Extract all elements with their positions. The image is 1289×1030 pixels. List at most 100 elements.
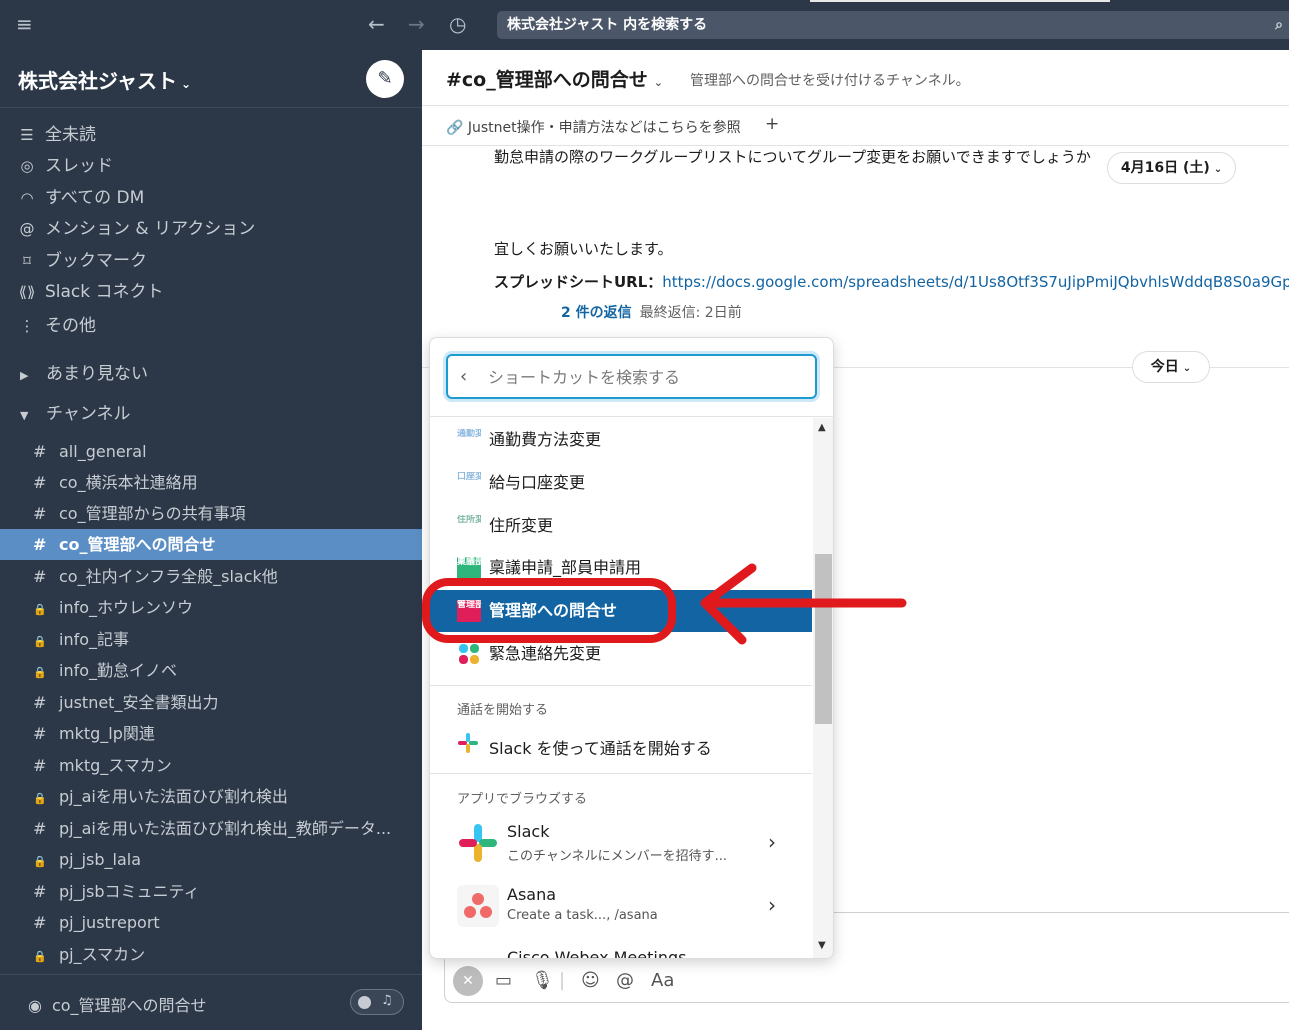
sidebar-item-threads[interactable]: ◎ スレッド [16,151,113,181]
workflow-item[interactable]: 口座変更給与口座変更 [430,462,812,504]
sidebar-channel[interactable]: 🔒 info_記事 [0,624,422,655]
slack-logo-icon [457,732,481,758]
scroll-up-arrow-icon[interactable]: ▲ [818,422,826,433]
chevron-left-icon[interactable]: ‹ [460,366,467,387]
lock-icon: 🔒 [33,666,47,679]
slack-logo-icon [457,822,499,864]
channel-name: pj_justreport [59,913,160,932]
workflow-label: 緊急連絡先変更 [489,644,602,663]
sidebar-channel[interactable]: # all_general [0,436,422,467]
reply-count[interactable]: 2 件の返信 [561,305,632,321]
workspace-menu[interactable]: 株式会社ジャスト ⌄ [18,65,191,94]
workflow-label: 給与口座変更 [489,473,586,492]
workflow-icon: 通勤変更 [457,429,481,439]
forward-arrow-icon[interactable]: → [408,14,425,34]
add-bookmark-button[interactable]: + [765,114,779,134]
app-name: Cisco Webex Meetings [507,948,687,959]
sidebar-channel[interactable]: 🔒 pj_aiを用いた法面ひび割れ検出 [0,781,422,812]
huddle-channel[interactable]: ◉ co_管理部への問合せ [28,992,207,1016]
section-label: あまり見ない [46,364,148,384]
section-header-call: 通話を開始する [457,703,549,718]
sidebar-item-label: すべての DM [45,188,145,208]
section-label: チャンネル [46,404,131,424]
hash-icon: # [33,442,47,461]
close-shortcuts-button[interactable]: ✕ [453,966,483,996]
section-channels[interactable]: ▼ チャンネル [20,399,131,429]
sidebar-channel[interactable]: # pj_aiを用いた法面ひび割れ検出_教師データ... [0,813,422,844]
lock-icon: 🔒 [33,855,47,868]
sidebar-channel[interactable]: # justnet_安全書類出力 [0,687,422,718]
workflow-item-selected[interactable]: 管理部問合管理部への問合せ [430,590,812,632]
hash-icon: # [33,724,47,743]
hash-icon: # [33,913,47,932]
lock-icon: 🔒 [33,603,47,616]
more-icon: ⋮ [19,317,35,335]
workspace-search-bar[interactable]: 株式会社ジャスト 内を検索する ⌕ [497,11,1289,39]
sidebar-channel[interactable]: 🔒 pj_スマカン [0,939,422,970]
workflow-item[interactable]: 緊急連絡先変更 [430,633,812,675]
emoji-icon[interactable]: ☺ [581,966,600,996]
app-item-slack[interactable]: Slack このチャンネルにメンバーを招待す... › [430,812,812,874]
dm-icon: ◠ [20,189,34,207]
workflow-item[interactable]: 住所変更住所変更 [430,505,812,547]
sidebar-item-bookmarks[interactable]: ⌑ ブックマーク [16,246,147,276]
compose-button[interactable]: ✎ [366,60,404,98]
mention-icon[interactable]: @ [616,966,634,996]
caret-right-icon: ▶ [20,369,29,382]
app-item-webex[interactable]: Cisco Webex Meetings [430,938,812,959]
sidebar-channel[interactable]: # co_管理部からの共有事項 [0,498,422,529]
thread-replies[interactable]: 2 件の返信 最終返信: 2日前 [561,302,742,322]
bookmark-link[interactable]: 🔗 Justnet操作・申請方法などはこちらを参照 [446,117,741,137]
scroll-down-arrow-icon[interactable]: ▼ [818,940,826,951]
channel-title-button[interactable]: #co_管理部への問合せ ⌄ [446,65,663,92]
hash-icon: # [33,819,47,838]
hash-icon: # [446,69,462,91]
scrollbar-thumb[interactable] [815,554,832,724]
hash-icon: # [33,504,47,523]
sidebar-channel-active[interactable]: # co_管理部への問合せ [0,529,422,560]
hash-icon: # [33,535,47,554]
hamburger-icon[interactable]: ≡ [16,14,33,34]
history-icon[interactable]: ◷ [449,14,466,34]
channel-name: info_勤怠イノベ [59,661,178,680]
caret-down-icon: ▼ [20,409,29,422]
app-desc: このチャンネルにメンバーを招待す... [507,849,728,864]
back-arrow-icon[interactable]: ← [368,14,385,34]
workflow-icon: 管理部問合 [457,600,481,622]
sidebar-item-more[interactable]: ⋮ その他 [16,311,97,341]
today-divider-button[interactable]: 今日 ⌄ [1132,351,1210,383]
section-rarely-viewed[interactable]: ▶ あまり見ない [20,359,148,389]
app-item-asana[interactable]: Asana Create a task..., /asana › [430,875,812,937]
huddle-toggle[interactable]: ♫ [350,989,404,1015]
sidebar-channel[interactable]: 🔒 info_勤怠イノベ [0,655,422,686]
chevron-right-icon: › [768,830,776,854]
sidebar-channel[interactable]: # co_横浜本社連絡用 [0,467,422,498]
channel-name: pj_jsbコミュニティ [59,882,200,901]
workflow-item[interactable]: 通勤変更通勤費方法変更 [430,419,812,461]
sidebar-channel[interactable]: # pj_jsbコミュニティ [0,876,422,907]
format-button[interactable]: Aa [651,966,674,996]
sidebar-item-dms[interactable]: ◠ すべての DM [16,183,144,213]
sidebar-item-connect[interactable]: ⟪⟫ Slack コネクト [16,277,164,307]
sidebar-channel[interactable]: # mktg_スマカン [0,750,422,781]
video-icon[interactable]: ▭ [495,966,512,996]
sidebar-item-unreads[interactable]: ☰ 全未読 [16,120,96,150]
sidebar-channel[interactable]: # co_社内インフラ全般_slack他 [0,561,422,592]
chevron-down-icon: ⌄ [181,77,192,91]
mic-icon[interactable]: 🎙 [531,966,554,996]
app-name: Slack [507,822,550,841]
date-divider-button[interactable]: 4月16日 (土) ⌄ [1107,152,1236,184]
workflow-item[interactable]: 稟議部員稟議申請_部員申請用 [430,547,812,589]
sidebar-channel[interactable]: 🔒 pj_jsb_lala [0,844,422,875]
sidebar-channel[interactable]: # mktg_lp関連 [0,718,422,749]
start-call-item[interactable]: Slack を使って通話を開始する [457,732,712,759]
workflow-icon: 住所変更 [457,515,481,525]
spreadsheet-link[interactable]: https://docs.google.com/spreadsheets/d/1… [662,273,1289,291]
sidebar-item-mentions[interactable]: @ メンション & リアクション [16,214,256,244]
app-desc: Create a task..., /asana [507,908,658,923]
sidebar-channel[interactable]: # pj_justreport [0,907,422,938]
shortcut-search-input[interactable] [488,364,808,390]
channel-title: co_管理部への問合せ [461,69,648,91]
channel-name: pj_jsb_lala [59,850,142,869]
sidebar-channel[interactable]: 🔒 info_ホウレンソウ [0,592,422,623]
